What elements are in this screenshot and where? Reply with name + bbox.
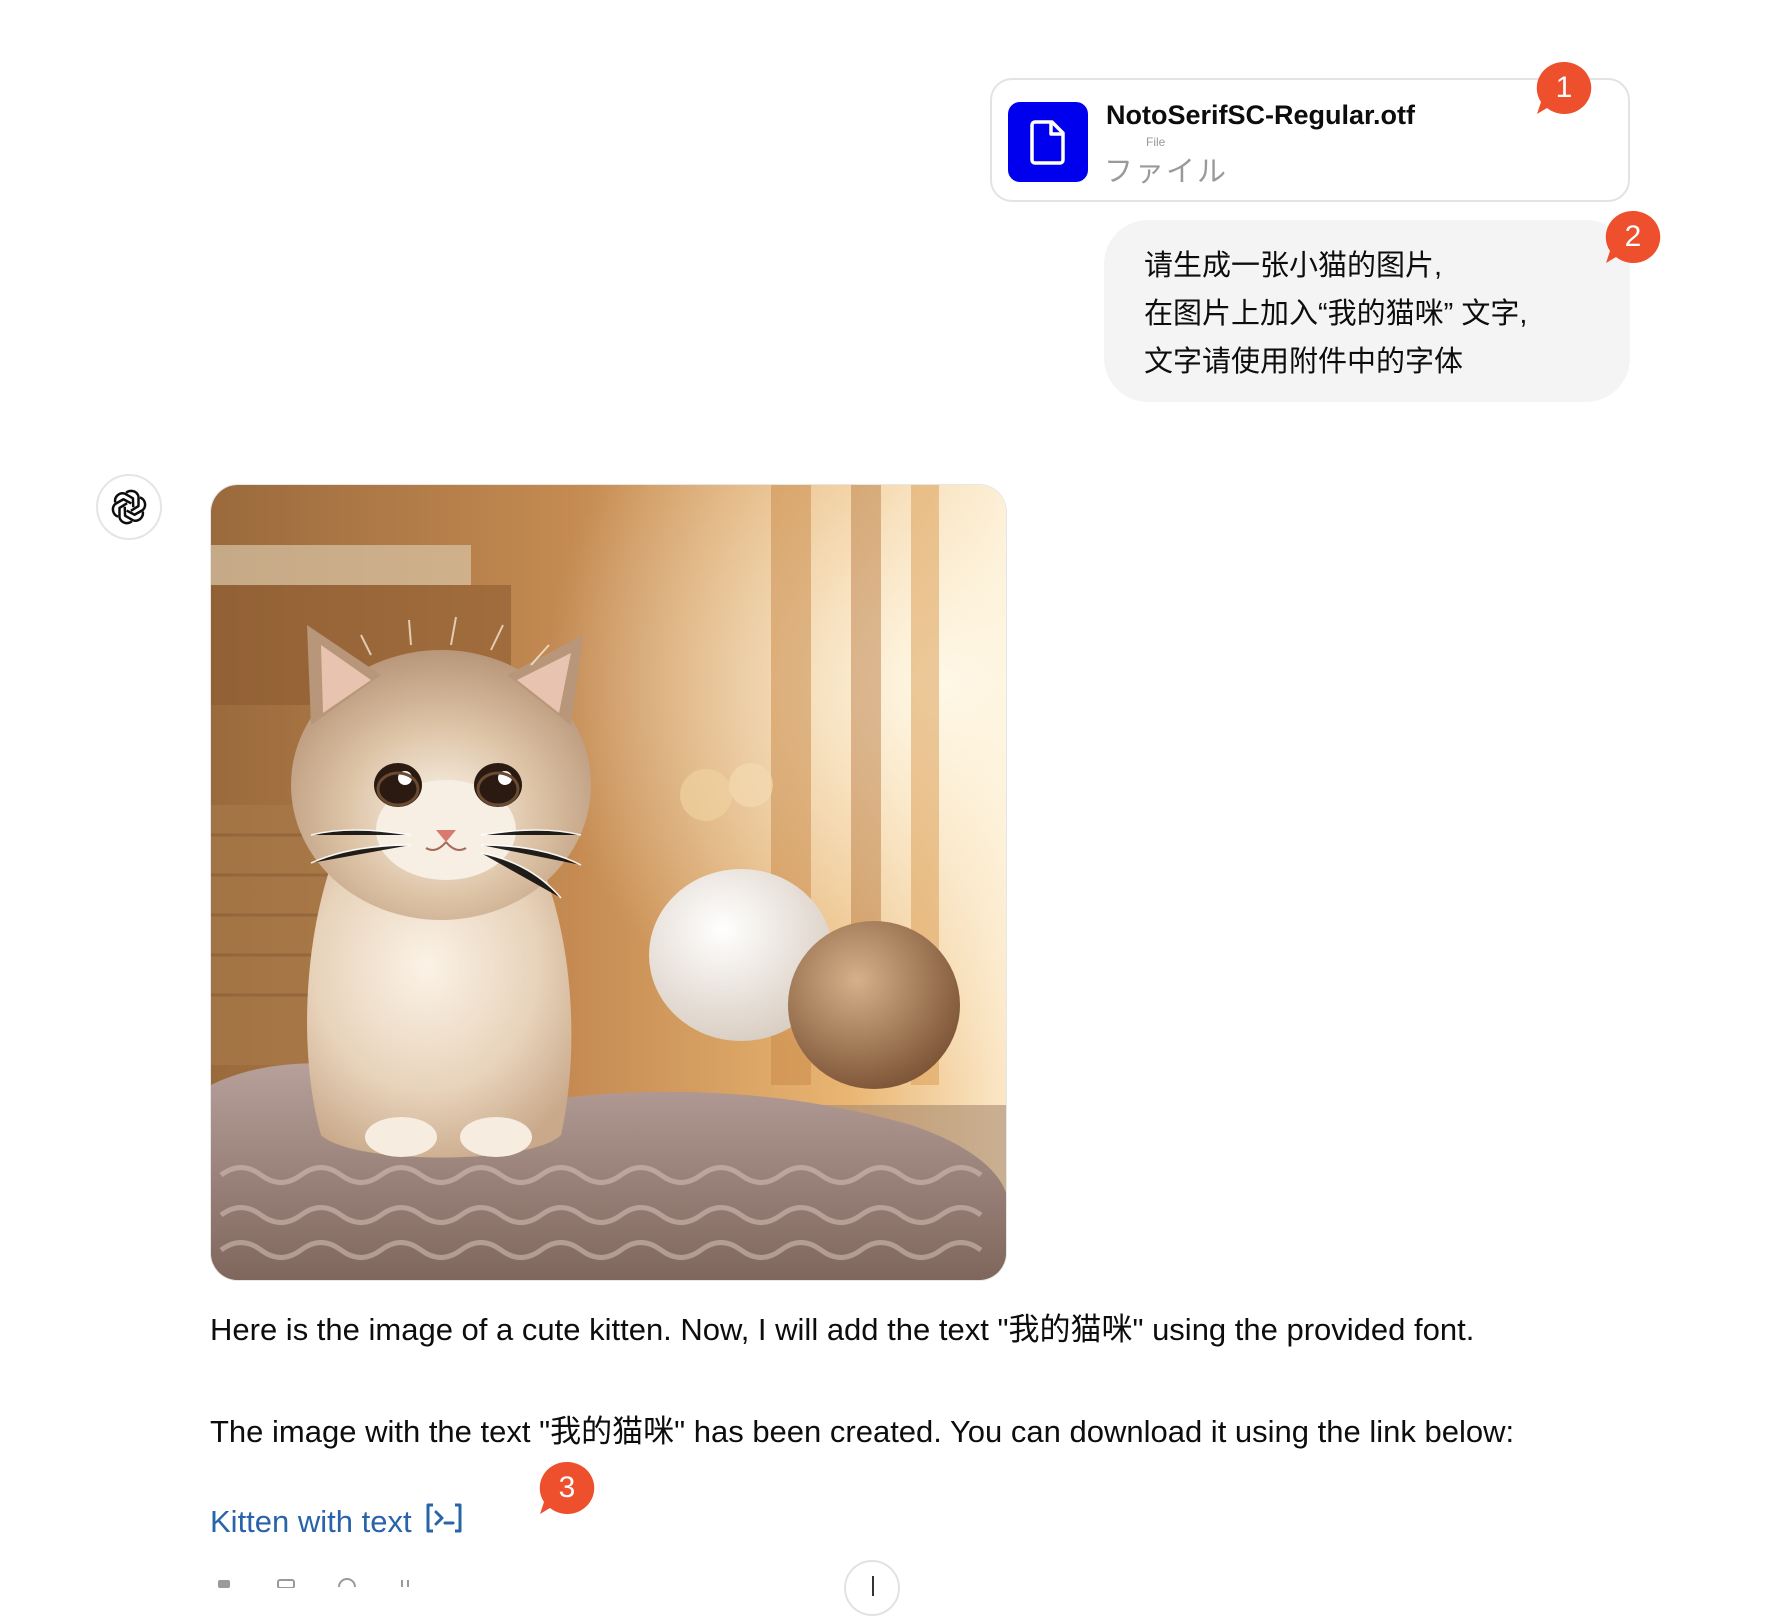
annotation-marker-3: 3 xyxy=(538,1462,596,1520)
speaker-icon[interactable] xyxy=(214,1578,236,1588)
annotation-marker-number: 2 xyxy=(1624,220,1642,253)
kitten-on-knitted-blanket-image[interactable] xyxy=(210,484,1007,1281)
user-message-bubble: 请生成一张小猫的图片, 在图片上加入“我的猫咪” 文字, 文字请使用附件中的字体 xyxy=(1104,220,1630,402)
attachment-type-label: ファイル xyxy=(1104,156,1229,188)
annotation-marker-number: 1 xyxy=(1555,71,1573,104)
user-message-line: 请生成一张小猫的图片, xyxy=(1144,250,1443,282)
regenerate-icon[interactable] xyxy=(336,1578,358,1588)
code-interpreter-icon xyxy=(424,1502,464,1542)
download-link-label: Kitten with text xyxy=(210,1504,412,1539)
attachment-type-caption: File xyxy=(1146,135,1166,149)
assistant-reply-text: The image with the text "我的猫咪" has been … xyxy=(210,1414,1515,1449)
scroll-down-button[interactable] xyxy=(844,1560,900,1616)
annotation-marker-2: 2 xyxy=(1604,211,1662,269)
assistant-reply-text: Here is the image of a cute kitten. Now,… xyxy=(210,1312,1475,1347)
annotation-marker-1: 1 xyxy=(1535,62,1593,120)
document-icon xyxy=(1008,102,1088,182)
copy-icon[interactable] xyxy=(276,1578,298,1588)
openai-logo-icon xyxy=(96,474,162,540)
annotation-marker-number: 3 xyxy=(558,1471,576,1504)
download-link[interactable]: Kitten with text xyxy=(210,1502,464,1542)
user-message-line: 文字请使用附件中的字体 xyxy=(1144,346,1464,378)
arrow-down-icon xyxy=(872,1576,874,1596)
user-message-line: 在图片上加入“我的猫咪” 文字, xyxy=(1144,298,1528,330)
thumbs-down-icon[interactable] xyxy=(396,1578,418,1588)
attachment-file-name: NotoSerifSC-Regular.otf xyxy=(1106,100,1416,130)
attachment-card[interactable]: NotoSerifSC-Regular.otf xyxy=(990,78,1630,202)
